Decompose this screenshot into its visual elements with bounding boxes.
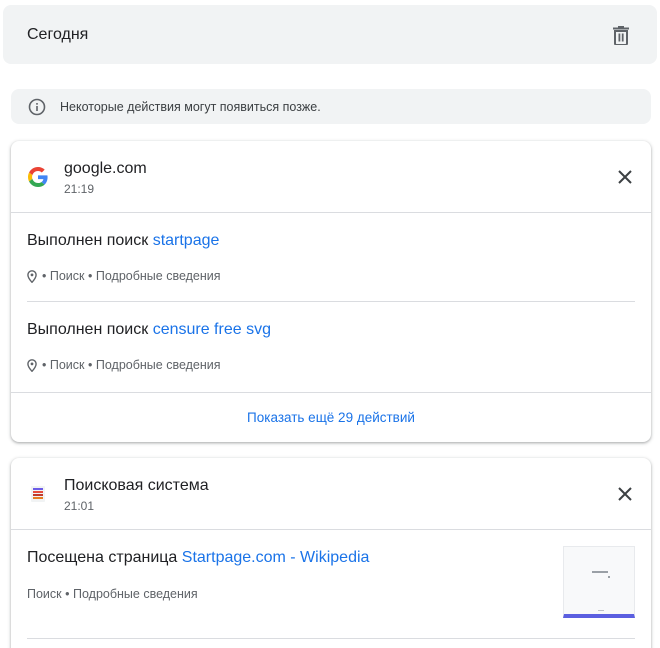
entry-action: Выполнен поиск [27,232,149,249]
thumbnail-dot [608,576,610,578]
activity-group-google: google.com 21:19 Выполнен поиск startpag… [11,141,651,442]
group-time: 21:01 [64,499,95,513]
date-header: Сегодня [3,5,657,64]
location-pin-icon [27,358,37,372]
delayed-activity-notice: Некоторые действия могут появиться позже… [11,89,651,124]
show-more-button[interactable]: Показать ещё 29 действий [11,392,651,442]
details-link[interactable]: Подробные сведения [96,269,221,283]
activity-group-search-engine: Поисковая система 21:01 Посещена страниц… [11,458,651,648]
entry-meta: Поиск • Подробные сведения [27,587,198,601]
activity-entry: Выполнен поиск censure free svg • Поиск … [27,302,635,391]
details-link[interactable]: Подробные сведения [73,587,198,601]
entry-meta: • Поиск • Подробные сведения [27,269,221,283]
group-header: Поисковая система 21:01 [11,458,651,530]
entry-action: Выполнен поиск [27,321,149,338]
info-icon [28,98,46,116]
close-icon[interactable] [613,165,637,189]
page-thumbnail[interactable] [563,546,635,618]
meta-source: Поиск [49,269,85,283]
notice-text: Некоторые действия могут появиться позже… [60,99,321,114]
entry-query-link[interactable]: startpage [153,232,220,249]
entry-title: Посещена страница Startpage.com - Wikipe… [27,549,369,567]
google-logo-icon [28,167,48,187]
group-site-name: google.com [64,160,147,177]
trash-icon[interactable] [609,23,633,47]
meta-separator: • [42,269,47,283]
meta-separator: • [65,587,70,601]
entry-action: Посещена страница [27,549,178,566]
meta-source: Поиск [49,358,85,372]
entry-meta: • Поиск • Подробные сведения [27,358,221,372]
activity-entry: Выполнен поиск startpage • Поиск • Подро… [27,213,635,302]
location-pin-icon [27,269,37,283]
entry-title: Выполнен поиск startpage [27,232,219,250]
meta-separator: • [42,358,47,372]
group-header: google.com 21:19 [11,141,651,213]
startpage-logo-icon [28,484,48,504]
thumbnail-text-line [592,571,608,573]
group-time: 21:19 [64,182,95,196]
meta-separator: • [88,269,93,283]
thumbnail-footer-line [598,610,604,611]
group-site-name: Поисковая система [64,477,209,494]
entry-title: Выполнен поиск censure free svg [27,321,271,339]
details-link[interactable]: Подробные сведения [96,358,221,372]
meta-source: Поиск [27,587,62,601]
entry-page-link[interactable]: Startpage.com - Wikipedia [182,549,370,566]
meta-separator: • [88,358,93,372]
activity-entry: Посещена страница Startpage.com - Wikipe… [27,530,635,639]
entry-query-link[interactable]: censure free svg [153,321,271,338]
date-header-title: Сегодня [27,25,89,43]
close-icon[interactable] [613,482,637,506]
